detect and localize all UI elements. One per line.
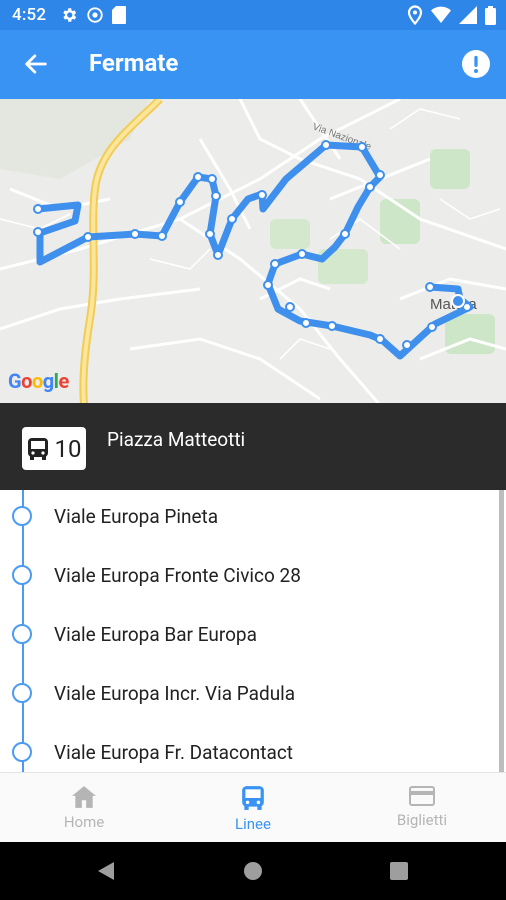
- list-item[interactable]: Viale Europa Fronte Civico 28: [0, 546, 500, 604]
- list-item[interactable]: Viale Europa Bar Europa: [0, 605, 500, 663]
- stop-dot: [12, 742, 32, 762]
- list-item[interactable]: Viale Europa Fr. Datacontact: [0, 723, 500, 772]
- stops-list[interactable]: Viale Europa Pineta Viale Europa Fronte …: [0, 490, 506, 772]
- list-item[interactable]: Viale Europa Pineta: [0, 490, 500, 545]
- stop-label: Viale Europa Pineta: [54, 504, 219, 528]
- stop-label: Viale Europa Bar Europa: [54, 622, 257, 646]
- page-title: Fermate: [89, 49, 179, 77]
- list-item[interactable]: Viale Europa Incr. Via Padula: [0, 664, 500, 722]
- bus-line-badge: 10: [22, 427, 86, 470]
- list-scrollbar[interactable]: [499, 490, 504, 772]
- status-time: 4:52: [12, 5, 47, 25]
- sd-card-icon: [112, 6, 127, 24]
- home-icon: [72, 786, 96, 808]
- back-arrow-icon[interactable]: [22, 50, 50, 78]
- tab-home[interactable]: Home: [0, 773, 168, 843]
- current-stop-bar: 10 Piazza Matteotti: [0, 403, 506, 490]
- settings-icon: [63, 8, 77, 22]
- status-bar: 4:52: [0, 0, 506, 30]
- system-nav-bar: [0, 842, 506, 900]
- stop-dot: [12, 565, 32, 585]
- google-logo: Google: [8, 369, 69, 393]
- stop-label: Viale Europa Fr. Datacontact: [54, 740, 294, 764]
- stop-dot: [12, 506, 32, 526]
- current-stop-name: Piazza Matteotti: [107, 428, 246, 451]
- sync-icon: [87, 7, 103, 23]
- bus-icon: [27, 437, 48, 460]
- credit-card-icon: [409, 786, 435, 806]
- stop-dot: [12, 624, 32, 644]
- tab-linee[interactable]: Linee: [169, 773, 337, 843]
- stop-label: Viale Europa Incr. Via Padula: [54, 681, 296, 705]
- app-bar: Fermate: [0, 30, 506, 99]
- tab-home-label: Home: [63, 813, 105, 831]
- alert-icon[interactable]: [462, 50, 490, 78]
- tab-biglietti-label: Biglietti: [396, 811, 448, 829]
- wifi-icon: [431, 6, 451, 24]
- tab-linee-label: Linee: [235, 815, 271, 833]
- signal-icon: [459, 6, 477, 24]
- stop-dot: [12, 683, 32, 703]
- map-canvas[interactable]: Via Nazionale Matera: [0, 99, 506, 405]
- location-icon: [407, 5, 423, 25]
- current-location-marker: [451, 294, 465, 308]
- tab-biglietti[interactable]: Biglietti: [338, 773, 506, 843]
- stop-label: Viale Europa Fronte Civico 28: [54, 563, 301, 587]
- home-nav-icon[interactable]: [243, 861, 263, 881]
- bus-icon: [242, 786, 264, 810]
- bottom-nav: Home Linee Biglietti: [0, 772, 506, 843]
- bus-line-number: 10: [54, 434, 82, 463]
- route-map[interactable]: Via Nazionale Matera Google: [0, 99, 506, 405]
- battery-icon: [485, 5, 496, 25]
- back-nav-icon[interactable]: [96, 861, 116, 881]
- recents-nav-icon[interactable]: [390, 862, 408, 880]
